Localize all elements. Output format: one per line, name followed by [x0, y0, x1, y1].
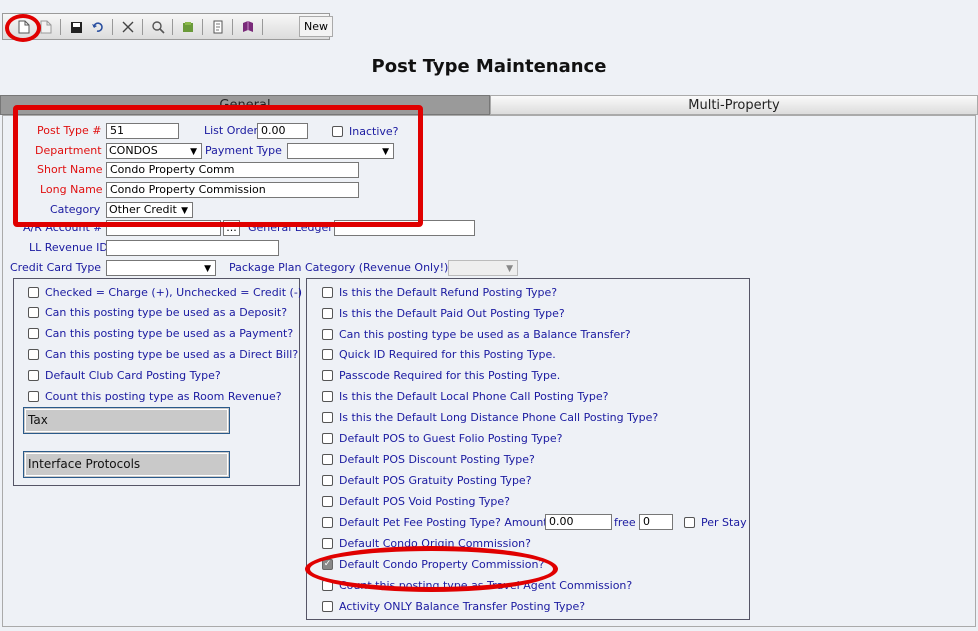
checkbox[interactable]: [322, 538, 333, 549]
toolbar-separator: [232, 19, 233, 35]
checkbox[interactable]: [28, 349, 39, 360]
toolbar: New: [2, 13, 333, 40]
toolbar-separator: [112, 19, 113, 35]
right-check-label: Default POS Gratuity Posting Type?: [339, 474, 532, 487]
right-check-label: Is this the Default Long Distance Phone …: [339, 411, 659, 424]
new-button[interactable]: New: [299, 16, 333, 37]
book-icon[interactable]: [239, 18, 257, 36]
right-check-label: Default POS Void Posting Type?: [339, 495, 511, 508]
pet-fee-free-label: free: [614, 516, 636, 529]
credit-card-select[interactable]: ▼: [106, 260, 216, 276]
page-title: Post Type Maintenance: [371, 56, 607, 77]
checkbox[interactable]: [322, 391, 333, 402]
toolbar-separator: [172, 19, 173, 35]
right-check-label: Activity ONLY Balance Transfer Posting T…: [339, 600, 586, 613]
right-check-row[interactable]: Is this the Default Paid Out Posting Typ…: [322, 307, 565, 320]
toolbar-separator: [202, 19, 203, 35]
right-check-row[interactable]: Default POS to Guest Folio Posting Type?: [322, 432, 562, 445]
checkbox[interactable]: [28, 287, 39, 298]
right-check-label: Is this the Default Paid Out Posting Typ…: [339, 307, 565, 320]
tools-icon[interactable]: [179, 18, 197, 36]
left-check-label: Checked = Charge (+), Unchecked = Credit…: [45, 286, 303, 299]
checkbox[interactable]: [322, 454, 333, 465]
left-check-row[interactable]: Default Club Card Posting Type?: [28, 369, 221, 382]
left-check-label: Can this posting type be used as a Direc…: [45, 348, 299, 361]
tab-multi-property[interactable]: Multi-Property: [490, 95, 978, 115]
toolbar-separator: [262, 19, 263, 35]
checkbox[interactable]: [28, 370, 39, 381]
left-check-row[interactable]: Checked = Charge (+), Unchecked = Credit…: [28, 286, 302, 299]
checkbox[interactable]: [322, 517, 333, 528]
pet-fee-amount-field[interactable]: 0.00: [545, 514, 612, 530]
checkbox[interactable]: [322, 496, 333, 507]
checkbox[interactable]: [322, 433, 333, 444]
pet-fee-free-field[interactable]: 0: [639, 514, 673, 530]
right-check-row[interactable]: Is this the Default Long Distance Phone …: [322, 411, 658, 424]
checkbox[interactable]: [322, 601, 333, 612]
save-icon[interactable]: [67, 18, 85, 36]
delete-icon[interactable]: [119, 18, 137, 36]
per-stay-row[interactable]: Per Stay: [684, 516, 747, 529]
ll-revenue-label: LL Revenue ID: [29, 241, 108, 254]
search-icon[interactable]: [149, 18, 167, 36]
right-check-row[interactable]: Is this the Default Local Phone Call Pos…: [322, 390, 609, 403]
checkbox[interactable]: [322, 412, 333, 423]
highlight-ellipse-condo: [305, 546, 558, 592]
interface-protocols-button[interactable]: Interface Protocols: [23, 451, 230, 478]
checkbox[interactable]: [322, 329, 333, 340]
per-stay-label: Per Stay: [701, 516, 747, 529]
package-plan-select[interactable]: ▼: [448, 260, 518, 276]
chevron-down-icon: ▼: [204, 264, 211, 274]
tax-button[interactable]: Tax: [23, 407, 230, 434]
page-icon[interactable]: [209, 18, 227, 36]
chevron-down-icon: ▼: [506, 264, 513, 274]
ll-revenue-field[interactable]: [106, 240, 279, 256]
left-check-row[interactable]: Count this posting type as Room Revenue?: [28, 390, 282, 403]
undo-icon[interactable]: [89, 18, 107, 36]
right-check-label: Passcode Required for this Posting Type.: [339, 369, 561, 382]
left-check-row[interactable]: Can this posting type be used as a Depos…: [28, 306, 287, 319]
right-check-label: Default POS Discount Posting Type?: [339, 453, 535, 466]
checkbox[interactable]: [322, 287, 333, 298]
checkbox[interactable]: [322, 349, 333, 360]
checkbox[interactable]: [322, 475, 333, 486]
right-check-row[interactable]: Passcode Required for this Posting Type.: [322, 369, 560, 382]
toolbar-separator: [60, 19, 61, 35]
right-check-row[interactable]: Default POS Gratuity Posting Type?: [322, 474, 532, 487]
right-check-label: Can this posting type be used as a Balan…: [339, 328, 631, 341]
left-check-row[interactable]: Can this posting type be used as a Payme…: [28, 327, 293, 340]
per-stay-checkbox[interactable]: [684, 517, 695, 528]
checkbox[interactable]: [28, 391, 39, 402]
left-check-label: Can this posting type be used as a Depos…: [45, 306, 288, 319]
right-check-row[interactable]: Is this the Default Refund Posting Type?: [322, 286, 557, 299]
highlight-rectangle-form: [13, 105, 423, 227]
right-check-row[interactable]: Default POS Void Posting Type?: [322, 495, 510, 508]
checkbox[interactable]: [28, 307, 39, 318]
checkbox[interactable]: [28, 328, 39, 339]
right-check-label: Quick ID Required for this Posting Type.: [339, 348, 556, 361]
checkbox[interactable]: [322, 370, 333, 381]
left-check-label: Count this posting type as Room Revenue?: [45, 390, 282, 403]
left-check-label: Default Club Card Posting Type?: [45, 369, 221, 382]
credit-card-label: Credit Card Type: [10, 261, 102, 274]
right-check-row[interactable]: Can this posting type be used as a Balan…: [322, 328, 631, 341]
right-check-label: Default POS to Guest Folio Posting Type?: [339, 432, 563, 445]
checkbox[interactable]: [322, 308, 333, 319]
right-check-label: Is this the Default Local Phone Call Pos…: [339, 390, 609, 403]
right-check-label: Is this the Default Refund Posting Type?: [339, 286, 558, 299]
right-check-row[interactable]: Quick ID Required for this Posting Type.: [322, 348, 556, 361]
toolbar-separator: [142, 19, 143, 35]
left-check-row[interactable]: Can this posting type be used as a Direc…: [28, 348, 298, 361]
highlight-circle-new: [5, 14, 41, 42]
right-check-row[interactable]: Default POS Discount Posting Type?: [322, 453, 535, 466]
right-check-row[interactable]: Activity ONLY Balance Transfer Posting T…: [322, 600, 585, 613]
left-check-label: Can this posting type be used as a Payme…: [45, 327, 294, 340]
pet-fee-label: Default Pet Fee Posting Type? Amount: [339, 516, 548, 529]
pet-fee-row[interactable]: Default Pet Fee Posting Type? Amount: [322, 516, 548, 529]
package-plan-label: Package Plan Category (Revenue Only!): [229, 261, 449, 274]
